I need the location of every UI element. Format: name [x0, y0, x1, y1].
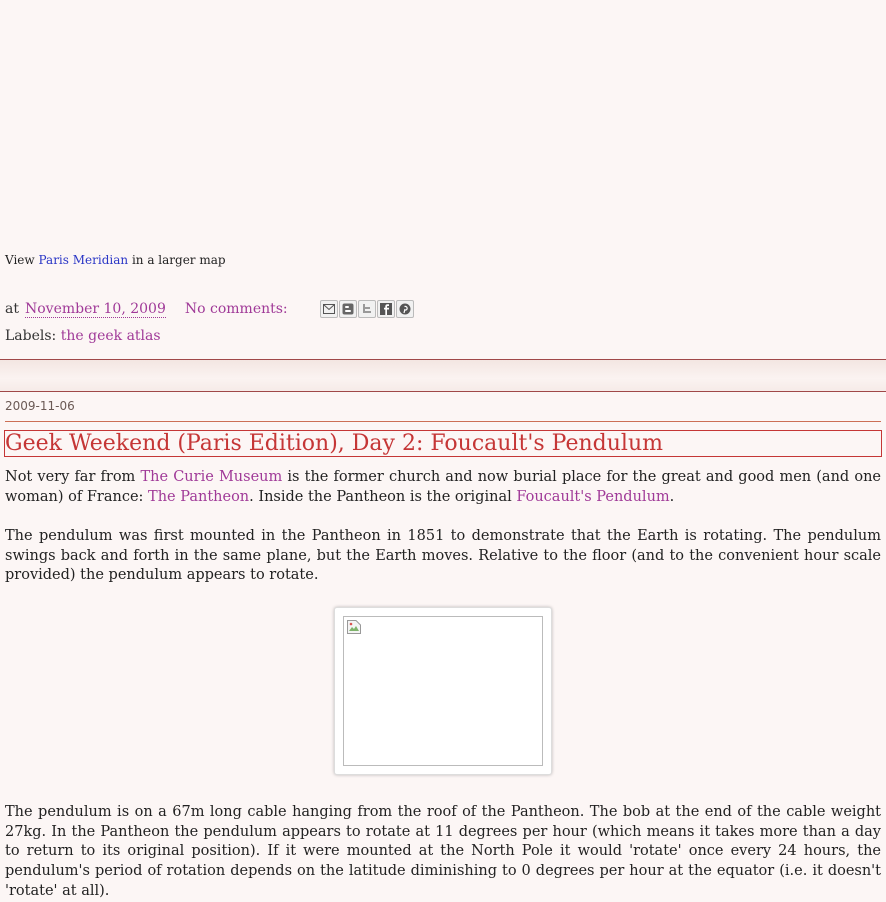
- blogger-icon[interactable]: [338, 300, 357, 318]
- date-header: 2009-11-06: [5, 399, 75, 413]
- paragraph-text: Not very far from: [5, 469, 141, 485]
- map-link[interactable]: Paris Meridian: [39, 253, 129, 267]
- post-title[interactable]: Geek Weekend (Paris Edition), Day 2: Fou…: [4, 430, 882, 457]
- foucault-pendulum-link[interactable]: Foucault's Pendulum: [516, 489, 669, 505]
- paragraph-text: .: [669, 488, 675, 505]
- post-footer: at November 10, 2009 No comments:: [5, 300, 414, 318]
- map-caption-prefix: View: [5, 253, 35, 267]
- map-caption-suffix: in a larger map: [131, 253, 226, 267]
- posted-at-label: at: [5, 301, 19, 317]
- map-caption: View Paris Meridian in a larger map: [5, 253, 226, 267]
- date-divider: [5, 421, 881, 422]
- post-body-continued: The pendulum is on a 67m long cable hang…: [5, 803, 881, 902]
- post-labels: Labels: the geek atlas: [5, 328, 161, 344]
- label-link[interactable]: the geek atlas: [61, 328, 161, 344]
- labels-prefix: Labels:: [5, 328, 57, 344]
- email-icon[interactable]: [319, 300, 338, 318]
- broken-image[interactable]: [343, 616, 543, 766]
- broken-image-icon: [347, 620, 361, 634]
- twitter-icon[interactable]: [357, 300, 376, 318]
- pantheon-link[interactable]: The Pantheon: [148, 489, 249, 505]
- share-buttons: [319, 300, 414, 318]
- paragraph-text: . Inside the Pantheon is the original: [249, 488, 517, 505]
- post-separator: [0, 359, 886, 392]
- paragraph-3: The pendulum is on a 67m long cable hang…: [5, 804, 881, 899]
- paragraph-1: Not very far from The Curie Museum is th…: [5, 468, 881, 507]
- post-timestamp-link[interactable]: November 10, 2009: [24, 301, 166, 318]
- paragraph-2: The pendulum was first mounted in the Pa…: [5, 527, 881, 584]
- curie-museum-link[interactable]: The Curie Museum: [140, 469, 282, 485]
- post-image-frame[interactable]: [334, 607, 552, 775]
- pinterest-icon[interactable]: [395, 300, 414, 318]
- post-body: Not very far from The Curie Museum is th…: [5, 468, 881, 586]
- comments-link[interactable]: No comments:: [185, 301, 288, 317]
- facebook-icon[interactable]: [376, 300, 395, 318]
- embedded-map[interactable]: [0, 0, 886, 250]
